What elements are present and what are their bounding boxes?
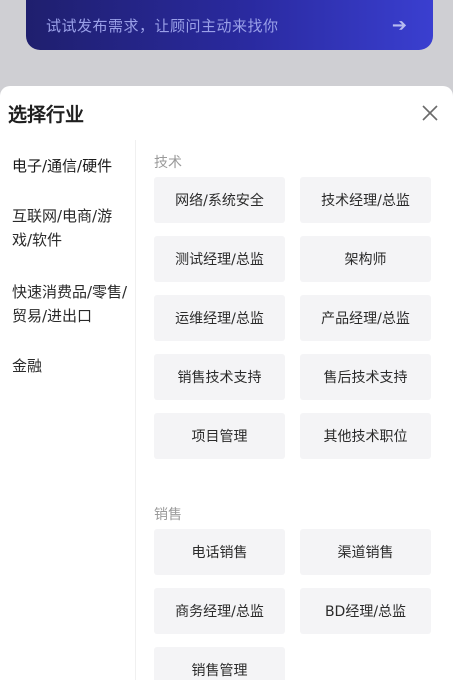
tag-test-manager[interactable]: 测试经理/总监 (154, 236, 285, 282)
tag-bd-manager[interactable]: BD经理/总监 (300, 588, 431, 634)
close-icon (422, 105, 438, 121)
tag-sales-management[interactable]: 销售管理 (154, 647, 285, 680)
tag-tech-manager[interactable]: 技术经理/总监 (300, 177, 431, 223)
category-list: 电子/通信/硬件 互联网/电商/游戏/软件 快速消费品/零售/贸易/进出口 金融 (0, 140, 136, 680)
sheet-header: 选择行业 (0, 86, 453, 140)
close-button[interactable] (419, 102, 441, 124)
tag-sales-tech-support[interactable]: 销售技术支持 (154, 354, 285, 400)
category-item-electronics[interactable]: 电子/通信/硬件 (12, 154, 132, 178)
sheet-title: 选择行业 (8, 103, 85, 126)
tag-network-security[interactable]: 网络/系统安全 (154, 177, 285, 223)
category-item-internet[interactable]: 互联网/电商/游戏/软件 (12, 204, 132, 252)
tag-architect[interactable]: 架构师 (300, 236, 431, 282)
tag-business-manager[interactable]: 商务经理/总监 (154, 588, 285, 634)
tag-project-management[interactable]: 项目管理 (154, 413, 285, 459)
tag-product-manager[interactable]: 产品经理/总监 (300, 295, 431, 341)
tag-channel-sales[interactable]: 渠道销售 (300, 529, 431, 575)
tag-phone-sales[interactable]: 电话销售 (154, 529, 285, 575)
category-item-finance[interactable]: 金融 (12, 354, 132, 378)
section-title-tech: 技术 (154, 155, 182, 171)
tag-after-sales-support[interactable]: 售后技术支持 (300, 354, 431, 400)
banner-text: 试试发布需求，让顾问主动来找你 (46, 16, 279, 35)
section-title-sales: 销售 (154, 507, 182, 523)
arrow-right-icon: ➔ (391, 14, 407, 36)
dimmed-backdrop[interactable]: 试试发布需求，让顾问主动来找你 ➔ (0, 0, 453, 96)
page: 试试发布需求，让顾问主动来找你 ➔ 选择行业 电子/通信/硬件 互联网/电商/游… (0, 0, 453, 680)
tag-other-tech[interactable]: 其他技术职位 (300, 413, 431, 459)
tag-ops-manager[interactable]: 运维经理/总监 (154, 295, 285, 341)
publish-request-banner[interactable]: 试试发布需求，让顾问主动来找你 ➔ (26, 0, 433, 50)
category-item-fmcg[interactable]: 快速消费品/零售/贸易/进出口 (12, 280, 132, 328)
industry-picker-sheet: 选择行业 电子/通信/硬件 互联网/电商/游戏/软件 快速消费品/零售/贸易/进… (0, 86, 453, 680)
